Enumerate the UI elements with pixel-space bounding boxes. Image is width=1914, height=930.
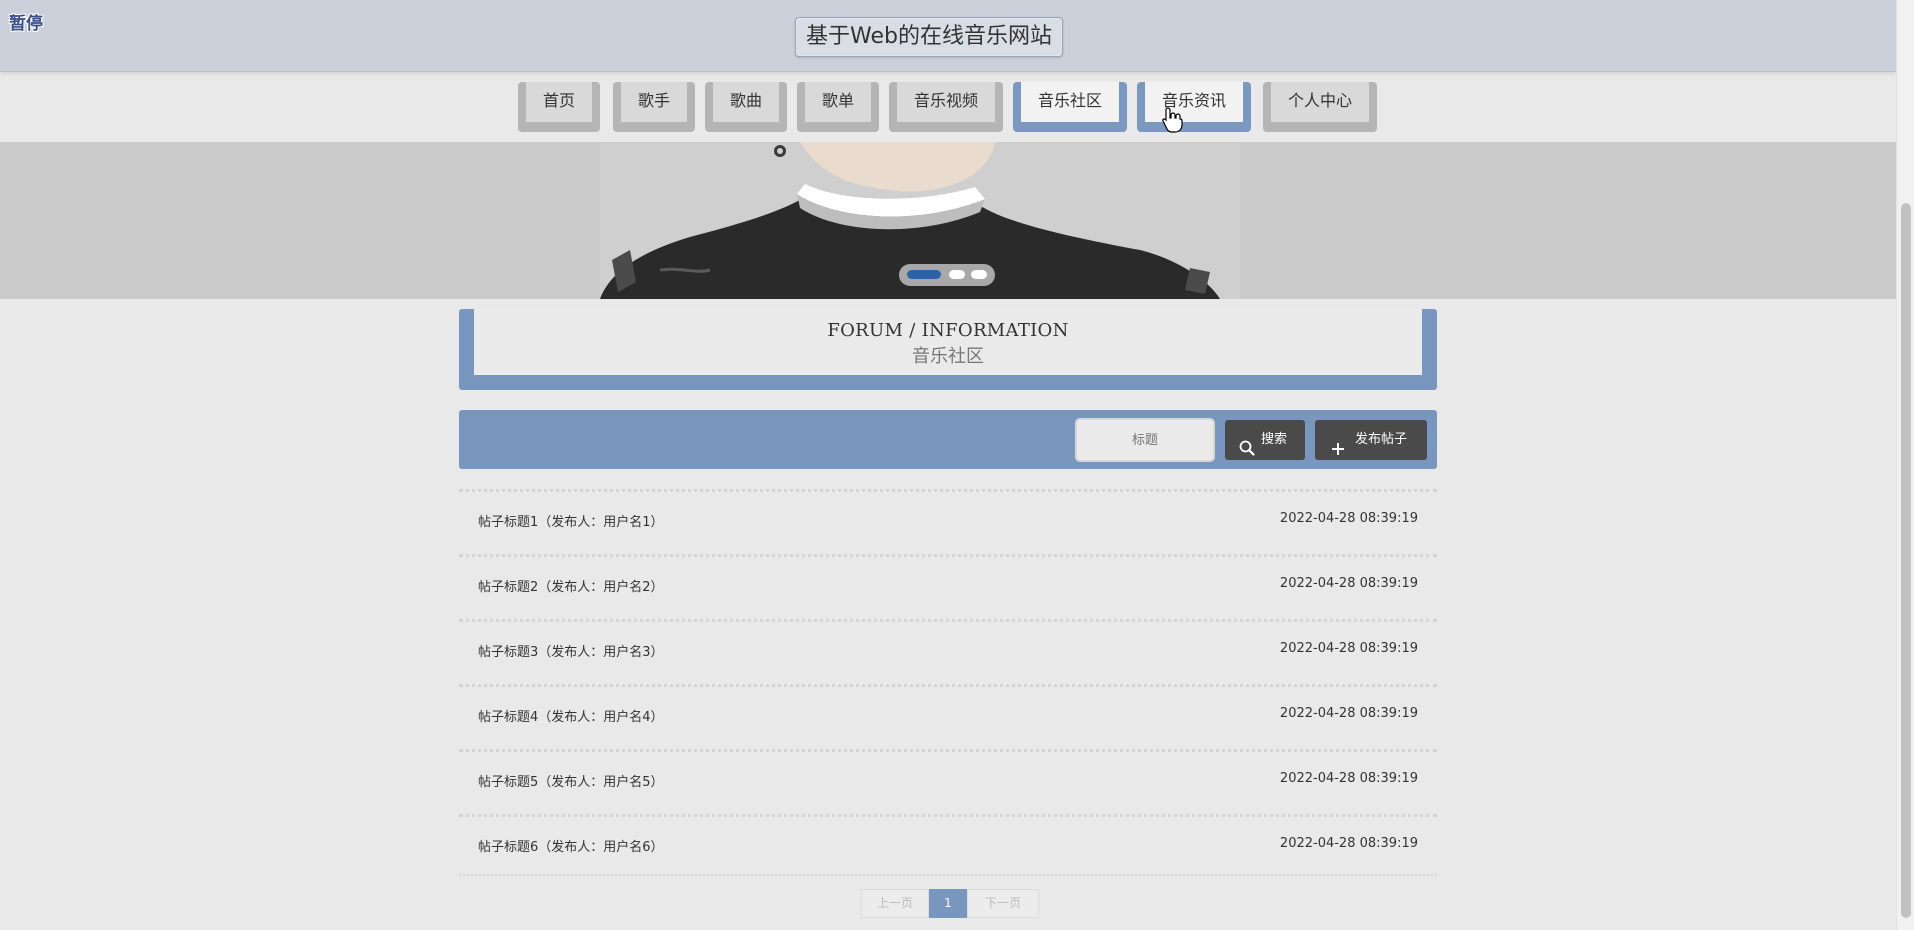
carousel-dot-1[interactable] <box>907 270 941 279</box>
nav-item-music-community[interactable]: 音乐社区 <box>1013 82 1127 132</box>
nav-item-singers[interactable]: 歌手 <box>613 82 695 132</box>
post-row[interactable]: 帖子标题5（发布人：用户名5） 2022-04-28 08:39:19 <box>459 749 1437 814</box>
post-title[interactable]: 帖子标题6（发布人：用户名6） <box>478 836 664 855</box>
nav-item-label: 歌手 <box>621 82 687 122</box>
post-title[interactable]: 帖子标题5（发布人：用户名5） <box>478 771 664 790</box>
nav-item-label: 音乐视频 <box>897 82 995 122</box>
scrollbar-thumb[interactable] <box>1901 203 1911 918</box>
header-bar: 暂停 基于Web的在线音乐网站 <box>0 0 1896 72</box>
current-page-button[interactable]: 1 <box>929 889 967 918</box>
main-nav: 首页 歌手 歌曲 歌单 音乐视频 音乐社区 音乐资讯 个人中心 <box>0 82 1896 132</box>
post-title[interactable]: 帖子标题4（发布人：用户名4） <box>478 706 664 725</box>
vertical-scrollbar[interactable] <box>1896 0 1914 930</box>
post-time: 2022-04-28 08:39:19 <box>1279 576 1418 591</box>
post-time: 2022-04-28 08:39:19 <box>1279 836 1418 851</box>
carousel-indicators <box>899 264 995 286</box>
post-time: 2022-04-28 08:39:19 <box>1279 706 1418 721</box>
post-time: 2022-04-28 08:39:19 <box>1279 511 1418 526</box>
carousel-dot-2[interactable] <box>949 270 965 279</box>
hand-pointer-cursor-icon <box>1162 107 1184 133</box>
section-header-panel: FORUM / INFORMATION 音乐社区 <box>474 309 1422 375</box>
nav-item-personal-center[interactable]: 个人中心 <box>1263 82 1377 132</box>
post-row[interactable]: 帖子标题2（发布人：用户名2） 2022-04-28 08:39:19 <box>459 554 1437 619</box>
post-list: 帖子标题1（发布人：用户名1） 2022-04-28 08:39:19 帖子标题… <box>459 489 1437 879</box>
post-title[interactable]: 帖子标题1（发布人：用户名1） <box>478 511 664 530</box>
nav-item-playlists[interactable]: 歌单 <box>797 82 879 132</box>
carousel-dot-3[interactable] <box>971 270 987 279</box>
nav-item-label: 音乐社区 <box>1021 82 1119 122</box>
site-title: 基于Web的在线音乐网站 <box>795 17 1063 57</box>
nav-item-label: 首页 <box>526 82 592 122</box>
prev-page-button[interactable]: 上一页 <box>861 889 929 918</box>
nav-item-label: 个人中心 <box>1271 82 1369 122</box>
section-title-en: FORUM / INFORMATION <box>827 320 1069 341</box>
post-time: 2022-04-28 08:39:19 <box>1279 771 1418 786</box>
post-title[interactable]: 帖子标题2（发布人：用户名2） <box>478 576 664 595</box>
nav-item-music-videos[interactable]: 音乐视频 <box>889 82 1003 132</box>
nav-item-label: 歌单 <box>805 82 871 122</box>
nav-item-home[interactable]: 首页 <box>518 82 600 132</box>
post-row[interactable]: 帖子标题1（发布人：用户名1） 2022-04-28 08:39:19 <box>459 489 1437 554</box>
search-button-label: 搜索 <box>1261 432 1288 447</box>
post-row[interactable]: 帖子标题3（发布人：用户名3） 2022-04-28 08:39:19 <box>459 619 1437 684</box>
pause-button[interactable]: 暂停 <box>9 9 43 34</box>
section-title-cn: 音乐社区 <box>912 346 984 367</box>
nav-item-label: 音乐资讯 <box>1145 82 1243 122</box>
plus-icon <box>1331 433 1345 473</box>
publish-post-button[interactable]: 发布帖子 <box>1315 420 1427 460</box>
post-row[interactable]: 帖子标题4（发布人：用户名4） 2022-04-28 08:39:19 <box>459 684 1437 749</box>
search-toolbar: 搜索 发布帖子 <box>459 410 1437 469</box>
banner-carousel[interactable] <box>0 142 1896 299</box>
post-row[interactable]: 帖子标题6（发布人：用户名6） 2022-04-28 08:39:19 <box>459 814 1437 879</box>
nav-item-songs[interactable]: 歌曲 <box>705 82 787 132</box>
search-icon <box>1239 433 1255 473</box>
next-page-button[interactable]: 下一页 <box>967 889 1039 918</box>
search-input[interactable] <box>1075 418 1215 462</box>
publish-post-label: 发布帖子 <box>1355 432 1408 447</box>
nav-item-label: 歌曲 <box>713 82 779 122</box>
search-button[interactable]: 搜索 <box>1225 420 1305 460</box>
section-header: FORUM / INFORMATION 音乐社区 <box>459 309 1437 390</box>
nav-item-music-news[interactable]: 音乐资讯 <box>1137 82 1251 132</box>
post-list-divider <box>459 874 1437 877</box>
post-time: 2022-04-28 08:39:19 <box>1279 641 1418 656</box>
post-title[interactable]: 帖子标题3（发布人：用户名3） <box>478 641 664 660</box>
